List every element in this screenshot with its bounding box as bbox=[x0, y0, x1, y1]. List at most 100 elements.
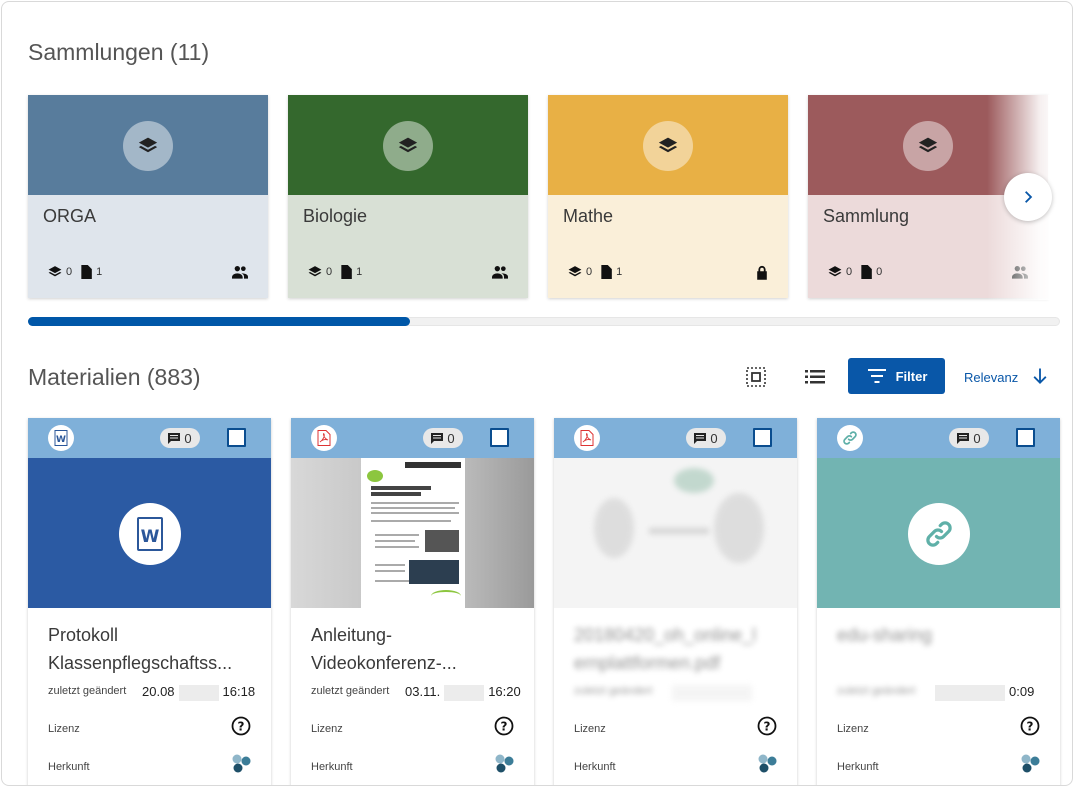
materials-count: 1 bbox=[616, 266, 623, 278]
materials-count: 0 bbox=[876, 266, 883, 278]
comment-count[interactable]: 0 bbox=[160, 428, 200, 448]
help-icon[interactable]: ? bbox=[494, 716, 514, 741]
changed-label: zuletzt geändert bbox=[574, 685, 653, 697]
comment-count[interactable]: 0 bbox=[686, 428, 726, 448]
group-icon bbox=[492, 265, 508, 284]
changed-date: 20.08 16:18 bbox=[142, 684, 256, 701]
carousel-scrollbar-thumb[interactable] bbox=[28, 317, 410, 326]
sub-collections-count: 0 bbox=[326, 266, 333, 278]
comment-count[interactable]: 0 bbox=[949, 428, 989, 448]
help-icon[interactable]: ? bbox=[1020, 716, 1040, 741]
document-thumbnail bbox=[361, 458, 465, 608]
origin-label: Herkunft bbox=[311, 761, 353, 773]
select-all-button[interactable] bbox=[744, 365, 768, 389]
collection-stats: 0 1 bbox=[568, 265, 630, 279]
link-icon bbox=[837, 425, 863, 451]
svg-text:W: W bbox=[141, 527, 160, 547]
materials-icon bbox=[341, 265, 352, 279]
material-title[interactable]: 20180420_oh_online_l ernplattformen.pdf bbox=[574, 621, 784, 677]
comment-icon bbox=[694, 432, 707, 444]
license-label: Lizenz bbox=[574, 723, 606, 735]
material-card[interactable]: 0 Anleitung- Videokonferenz-... zuletzt … bbox=[291, 418, 534, 785]
material-preview[interactable]: W bbox=[28, 458, 271, 608]
workspace-panel: Sammlungen (11) ORGA 0 1 Biologie 0 1 Ma… bbox=[1, 1, 1073, 786]
help-icon[interactable]: ? bbox=[757, 716, 777, 741]
materials-icon bbox=[601, 265, 612, 279]
material-title[interactable]: edu-sharing bbox=[837, 621, 1047, 649]
material-preview[interactable] bbox=[817, 458, 1060, 608]
changed-label: zuletzt geändert bbox=[48, 685, 127, 697]
collection-card[interactable]: Mathe 0 1 bbox=[548, 95, 788, 298]
changed-date: 0:09 bbox=[931, 684, 1034, 701]
material-preview[interactable] bbox=[554, 458, 797, 608]
svg-text:?: ? bbox=[501, 720, 508, 734]
changed-date bbox=[668, 684, 756, 701]
collection-stats: 0 0 bbox=[828, 265, 890, 279]
select-checkbox[interactable] bbox=[1016, 428, 1035, 447]
collection-card[interactable]: ORGA 0 1 bbox=[28, 95, 268, 298]
changed-date: 03.11. 16:20 bbox=[405, 684, 521, 701]
collection-name: Sammlung bbox=[823, 206, 910, 226]
material-title[interactable]: Anleitung- Videokonferenz-... bbox=[311, 621, 521, 677]
filter-button-label: Filter bbox=[895, 368, 928, 384]
carousel-next-button[interactable] bbox=[1004, 173, 1052, 221]
svg-text:?: ? bbox=[238, 720, 245, 734]
materials-icon bbox=[81, 265, 92, 279]
collection-name: Mathe bbox=[563, 206, 614, 226]
svg-text:?: ? bbox=[764, 720, 771, 734]
edu-sharing-icon bbox=[1019, 753, 1041, 780]
collection-stats: 0 1 bbox=[308, 265, 370, 279]
origin-label: Herkunft bbox=[574, 761, 616, 773]
collection-stack-icon bbox=[643, 121, 693, 171]
material-card[interactable]: 0 20180420_oh_online_l ernplattformen.pd… bbox=[554, 418, 797, 785]
sub-collections-icon bbox=[568, 266, 582, 277]
collection-stats: 0 1 bbox=[48, 265, 110, 279]
material-preview[interactable] bbox=[291, 458, 534, 608]
materials-count: 1 bbox=[96, 266, 103, 278]
materials-count: 1 bbox=[356, 266, 363, 278]
sort-button[interactable]: Relevanz bbox=[964, 370, 1018, 385]
filter-icon bbox=[867, 369, 886, 383]
materials-icon bbox=[861, 265, 872, 279]
pdf-icon bbox=[574, 425, 600, 451]
arrow-down-icon bbox=[1033, 368, 1047, 384]
word-icon: W bbox=[119, 503, 181, 565]
select-checkbox[interactable] bbox=[490, 428, 509, 447]
changed-label: zuletzt geändert bbox=[311, 685, 390, 697]
sub-collections-count: 0 bbox=[846, 266, 853, 278]
edu-sharing-icon bbox=[230, 753, 252, 780]
collection-name: Biologie bbox=[303, 206, 368, 226]
sub-collections-icon bbox=[48, 266, 62, 277]
word-icon: W bbox=[48, 425, 74, 451]
comment-count[interactable]: 0 bbox=[423, 428, 463, 448]
collection-card[interactable]: Biologie 0 1 bbox=[288, 95, 528, 298]
comment-icon bbox=[957, 432, 970, 444]
group-icon bbox=[232, 265, 248, 284]
sub-collections-icon bbox=[828, 266, 842, 277]
collection-stack-icon bbox=[903, 121, 953, 171]
material-card[interactable]: 0 edu-sharing zuletzt geändert 0:09 Lize… bbox=[817, 418, 1060, 785]
comment-icon bbox=[431, 432, 444, 444]
material-title[interactable]: Protokoll Klassenpflegschaftss... bbox=[48, 621, 258, 677]
help-icon[interactable]: ? bbox=[231, 716, 251, 741]
sort-direction-button[interactable] bbox=[1030, 366, 1050, 391]
lock-icon bbox=[756, 265, 768, 285]
origin-label: Herkunft bbox=[837, 761, 879, 773]
filter-button[interactable]: Filter bbox=[848, 358, 945, 394]
pdf-icon bbox=[311, 425, 337, 451]
select-checkbox[interactable] bbox=[227, 428, 246, 447]
sub-collections-count: 0 bbox=[66, 266, 73, 278]
edu-sharing-icon bbox=[493, 753, 515, 780]
collections-title: Sammlungen (11) bbox=[28, 39, 210, 65]
select-checkbox[interactable] bbox=[753, 428, 772, 447]
link-icon bbox=[908, 503, 970, 565]
license-label: Lizenz bbox=[48, 723, 80, 735]
list-view-button[interactable] bbox=[803, 365, 827, 389]
license-label: Lizenz bbox=[311, 723, 343, 735]
material-card[interactable]: W 0 W Protokoll Klassenpflegschaftss... … bbox=[28, 418, 271, 785]
chevron-right-icon bbox=[1025, 191, 1033, 203]
collection-name: ORGA bbox=[43, 206, 97, 226]
svg-text:W: W bbox=[56, 435, 66, 445]
edu-sharing-icon bbox=[756, 753, 778, 780]
changed-label: zuletzt geändert bbox=[837, 685, 916, 697]
